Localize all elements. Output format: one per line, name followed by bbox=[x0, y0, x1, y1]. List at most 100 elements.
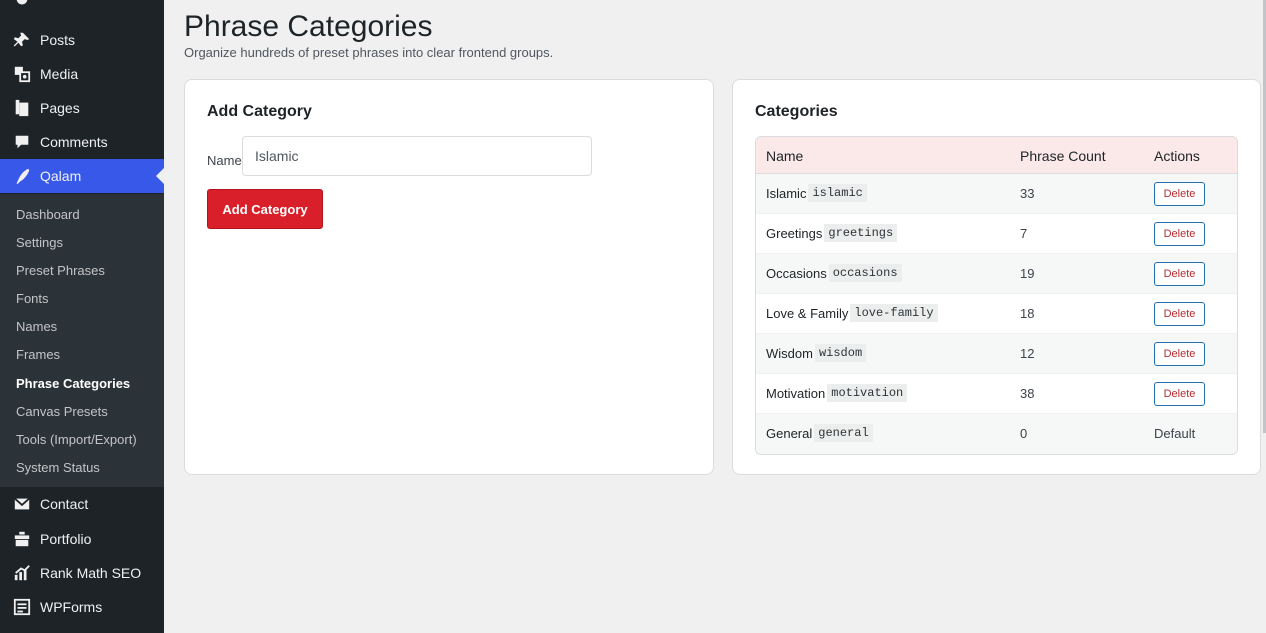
actions-cell: Delete bbox=[1154, 222, 1205, 246]
sidebar-item-posts[interactable]: Posts bbox=[0, 23, 164, 57]
add-category-button[interactable]: Add Category bbox=[207, 189, 323, 229]
category-cell: Occasions occasions bbox=[766, 264, 902, 282]
submenu-item-system-status[interactable]: System Status bbox=[16, 460, 100, 475]
delete-button[interactable]: Delete bbox=[1154, 182, 1205, 206]
sidebar-item-label: Qalam bbox=[40, 168, 82, 184]
sidebar-item-hidden[interactable] bbox=[0, 0, 164, 16]
categories-title: Categories bbox=[755, 103, 838, 120]
category-slug: general bbox=[814, 424, 873, 442]
sidebar-item-rank-math[interactable]: Rank Math SEO bbox=[0, 556, 164, 590]
category-cell: General general bbox=[766, 424, 873, 442]
submenu-item-dashboard[interactable]: Dashboard bbox=[16, 207, 80, 222]
delete-button[interactable]: Delete bbox=[1154, 302, 1205, 326]
category-slug: greetings bbox=[824, 224, 898, 242]
submenu-item-fonts[interactable]: Fonts bbox=[16, 291, 49, 306]
phrase-count: 7 bbox=[1020, 226, 1028, 241]
category-slug: wisdom bbox=[814, 344, 867, 362]
forms-icon bbox=[12, 597, 32, 617]
add-category-title: Add Category bbox=[207, 103, 312, 120]
category-name: Occasions bbox=[766, 265, 827, 281]
pin-icon bbox=[12, 30, 32, 50]
pen-icon bbox=[12, 166, 32, 186]
phrase-count: 38 bbox=[1020, 386, 1035, 401]
category-name-input[interactable] bbox=[242, 136, 592, 176]
category-slug: motivation bbox=[827, 384, 908, 402]
category-name: Greetings bbox=[766, 225, 823, 241]
actions-cell: Delete bbox=[1154, 302, 1205, 326]
add-category-card: Add Category Name Add Category bbox=[184, 79, 714, 475]
category-cell: Love & Family love-family bbox=[766, 304, 938, 322]
sidebar-item-label: Rank Math SEO bbox=[40, 565, 142, 581]
sidebar-item-media[interactable]: Media bbox=[0, 57, 164, 91]
table-row: Love & Family love-family 18 Delete bbox=[756, 294, 1237, 334]
column-header-name: Name bbox=[766, 148, 804, 164]
phrase-count: 12 bbox=[1020, 346, 1035, 361]
table-row: Islamic islamic 33 Delete bbox=[756, 174, 1237, 214]
table-row: Occasions occasions 19 Delete bbox=[756, 254, 1237, 294]
category-slug: love-family bbox=[850, 304, 938, 322]
category-slug: islamic bbox=[808, 184, 867, 202]
phrase-count: 18 bbox=[1020, 306, 1035, 321]
admin-sidebar: Posts Media Pages Comments Qalam Dashboa… bbox=[0, 0, 164, 633]
page-title: Phrase Categories bbox=[184, 10, 433, 43]
column-header-actions: Actions bbox=[1154, 148, 1200, 164]
delete-button[interactable]: Delete bbox=[1154, 222, 1205, 246]
sidebar-item-label: Comments bbox=[40, 134, 108, 150]
submenu-item-names[interactable]: Names bbox=[16, 319, 57, 334]
category-name: General bbox=[766, 425, 813, 441]
sidebar-item-label: Media bbox=[40, 66, 79, 82]
category-name: Motivation bbox=[766, 385, 826, 401]
phrase-count: 0 bbox=[1020, 426, 1028, 441]
category-name: Wisdom bbox=[766, 345, 813, 361]
sidebar-item-label: Portfolio bbox=[40, 531, 92, 547]
delete-button[interactable]: Delete bbox=[1154, 342, 1205, 366]
actions-cell: Delete bbox=[1154, 342, 1205, 366]
submenu-item-phrase-categories[interactable]: Phrase Categories bbox=[16, 376, 130, 391]
sidebar-item-pages[interactable]: Pages bbox=[0, 91, 164, 125]
table-row: Greetings greetings 7 Delete bbox=[756, 214, 1237, 254]
submenu-item-frames[interactable]: Frames bbox=[16, 347, 60, 362]
sidebar-item-qalam[interactable]: Qalam bbox=[0, 159, 164, 193]
actions-cell: Delete bbox=[1154, 182, 1205, 206]
phrase-count: 33 bbox=[1020, 186, 1035, 201]
submenu-item-preset-phrases[interactable]: Preset Phrases bbox=[16, 263, 105, 278]
table-header: Name Phrase Count Actions bbox=[756, 137, 1237, 174]
category-name: Islamic bbox=[766, 185, 807, 201]
table-row: Wisdom wisdom 12 Delete bbox=[756, 334, 1237, 374]
submenu-item-settings[interactable]: Settings bbox=[16, 235, 63, 250]
default-label: Default bbox=[1154, 426, 1196, 441]
sidebar-item-wpforms[interactable]: WPForms bbox=[0, 590, 164, 624]
sidebar-item-label: Contact bbox=[40, 496, 89, 512]
actions-cell: Delete bbox=[1154, 262, 1205, 286]
sidebar-item-contact[interactable]: Contact bbox=[0, 487, 164, 521]
category-name: Love & Family bbox=[766, 305, 849, 321]
gear-icon bbox=[12, 0, 32, 9]
sidebar-item-label: Pages bbox=[40, 100, 80, 116]
category-cell: Greetings greetings bbox=[766, 224, 898, 242]
table-row: General general 0 Default bbox=[756, 414, 1237, 454]
comments-icon bbox=[12, 132, 32, 152]
category-cell: Islamic islamic bbox=[766, 184, 867, 202]
categories-table: Name Phrase Count Actions Islamic islamic… bbox=[755, 136, 1238, 455]
sidebar-item-comments[interactable]: Comments bbox=[0, 125, 164, 159]
categories-card: Categories Name Phrase Count Actions Isl… bbox=[732, 79, 1261, 475]
mail-icon bbox=[12, 494, 32, 514]
delete-button[interactable]: Delete bbox=[1154, 382, 1205, 406]
phrase-count: 19 bbox=[1020, 266, 1035, 281]
sidebar-item-label: WPForms bbox=[40, 599, 103, 615]
qalam-submenu: Dashboard Settings Preset Phrases Fonts … bbox=[0, 194, 164, 487]
actions-cell: Delete bbox=[1154, 382, 1205, 406]
pages-icon bbox=[12, 98, 32, 118]
delete-button[interactable]: Delete bbox=[1154, 262, 1205, 286]
sidebar-item-portfolio[interactable]: Portfolio bbox=[0, 522, 164, 556]
table-row: Motivation motivation 38 Delete bbox=[756, 374, 1237, 414]
page-subtitle: Organize hundreds of preset phrases into… bbox=[184, 45, 554, 60]
submenu-item-canvas-presets[interactable]: Canvas Presets bbox=[16, 404, 108, 419]
category-slug: occasions bbox=[828, 264, 902, 282]
category-cell: Motivation motivation bbox=[766, 384, 908, 402]
table-body: Islamic islamic 33 Delete Greetings greeti… bbox=[756, 174, 1237, 454]
sidebar-item-label: Posts bbox=[40, 32, 76, 48]
submenu-item-tools[interactable]: Tools (Import/Export) bbox=[16, 432, 137, 447]
chart-icon bbox=[12, 563, 32, 583]
media-icon bbox=[12, 64, 32, 84]
